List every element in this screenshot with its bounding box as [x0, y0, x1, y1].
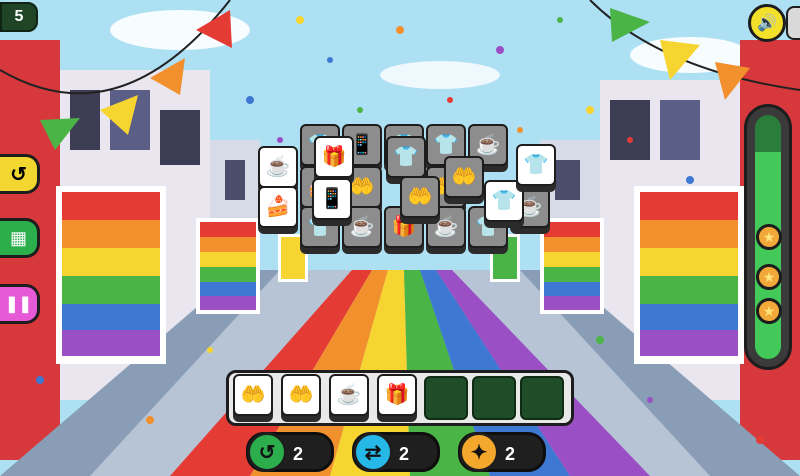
tray-slot-empty [472, 376, 516, 420]
coffee-cup-icon: ☕ [349, 216, 375, 238]
rainbow-heart-hand-icon: 🤲 [407, 186, 433, 208]
undo-powerup-button[interactable]: ↺ 2 [246, 432, 334, 472]
powerup-count: 2 [293, 444, 304, 464]
powerup-count: 2 [505, 444, 516, 464]
rainbow-shirt-icon: 👕 [393, 146, 419, 168]
rainbow-shirt-icon: 👕 [491, 190, 517, 212]
tray-slot-empty [424, 376, 468, 420]
shuffle-powerup-button[interactable]: ⇄ 2 [352, 432, 440, 472]
tray-tile: 🤲 [233, 374, 273, 422]
tray-tile: 🎁 [377, 374, 417, 422]
shuffle-icon: ⇄ [353, 432, 393, 472]
mahjong-tile[interactable]: 👕 [516, 144, 556, 192]
mahjong-tile[interactable]: 🍰 [258, 186, 298, 234]
tray-tile: 🤲 [281, 374, 321, 422]
rainbow-heart-hand-icon: 🤲 [288, 384, 314, 406]
rainbow-shirt-icon: 👕 [523, 154, 549, 176]
coffee-cup-icon: ☕ [336, 384, 362, 406]
gift-box-icon: 🎁 [321, 146, 347, 168]
mahjong-tile: 🤲 [444, 156, 484, 204]
phone-icon: 📱 [319, 188, 345, 210]
tray-slot-empty [520, 376, 564, 420]
tray-tile: ☕ [329, 374, 369, 422]
mahjong-tile[interactable]: 🎁 [314, 136, 354, 184]
coffee-cup-icon: ☕ [265, 156, 291, 178]
undo-icon: ↺ [247, 432, 287, 472]
rainbow-shirt-icon: 👕 [433, 134, 459, 156]
mahjong-tile: 🤲 [400, 176, 440, 224]
rainbow-heart-hand-icon: 🤲 [451, 166, 477, 188]
mahjong-tile[interactable]: 📱 [312, 178, 352, 226]
magic-wand-icon: ✦ [459, 432, 499, 472]
cake-icon: 🍰 [265, 196, 291, 218]
powerup-count: 2 [399, 444, 410, 464]
coffee-cup-icon: ☕ [475, 134, 501, 156]
rainbow-heart-hand-icon: 🤲 [240, 384, 266, 406]
gift-box-icon: 🎁 [384, 384, 410, 406]
hint-powerup-button[interactable]: ✦ 2 [458, 432, 546, 472]
